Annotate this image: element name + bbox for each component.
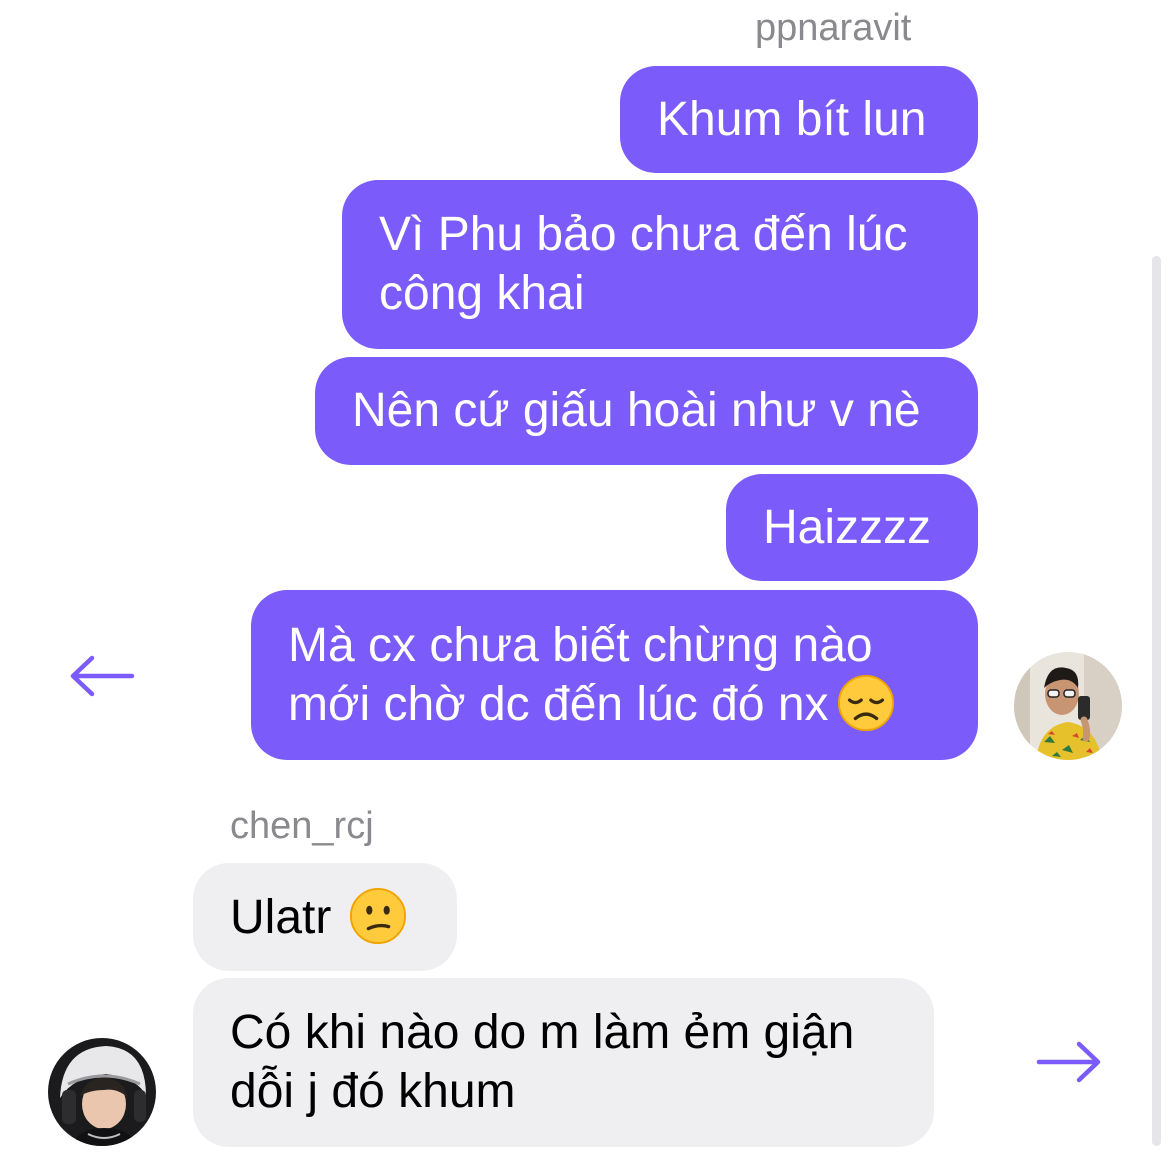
message-text: Haizzzz: [763, 501, 932, 554]
disappointed-face-icon: [837, 675, 894, 732]
profile-photo-icon: [1014, 652, 1122, 760]
message-text: Khum bít lun: [657, 93, 927, 146]
message-text-line-with-emoji: mới chờ dc đến lúc đó nx: [288, 675, 942, 736]
arrow-right-icon[interactable]: [1033, 1037, 1103, 1087]
scrollbar[interactable]: [1152, 256, 1161, 1146]
message-text: Có khi nào do m làm ẻm giận: [230, 1006, 855, 1059]
incoming-sender-name: chen_rcj: [230, 805, 374, 847]
incoming-message-bubble[interactable]: Có khi nào do m làm ẻm giận dỗi j đó khu…: [193, 978, 934, 1147]
confused-face-icon: [350, 888, 407, 945]
profile-photo-icon: [48, 1038, 156, 1146]
message-text: công khai: [379, 267, 585, 320]
outgoing-message-bubble[interactable]: Vì Phu bảo chưa đến lúc công khai: [342, 180, 978, 349]
outgoing-message-bubble[interactable]: Khum bít lun: [620, 66, 978, 173]
outgoing-message-bubble[interactable]: Nên cứ giấu hoài như v nè: [315, 357, 978, 465]
avatar-chen-rcj[interactable]: [48, 1038, 156, 1146]
outgoing-message-bubble[interactable]: Mà cx chưa biết chừng nào mới chờ dc đến…: [251, 590, 978, 760]
arrow-left-icon[interactable]: [68, 651, 138, 701]
incoming-message-bubble[interactable]: Ulatr: [193, 863, 457, 971]
message-text-line-with-emoji: Ulatr: [230, 888, 421, 949]
message-text: Nên cứ giấu hoài như v nè: [352, 384, 921, 437]
outgoing-message-bubble[interactable]: Haizzzz: [726, 474, 978, 581]
message-text: dỗi j đó khum: [230, 1065, 516, 1118]
message-text: Vì Phu bảo chưa đến lúc: [379, 208, 908, 261]
outgoing-sender-name: ppnaravit: [755, 7, 912, 49]
avatar-ppnaravit[interactable]: [1014, 652, 1122, 760]
message-text: Mà cx chưa biết chừng nào: [288, 619, 873, 672]
